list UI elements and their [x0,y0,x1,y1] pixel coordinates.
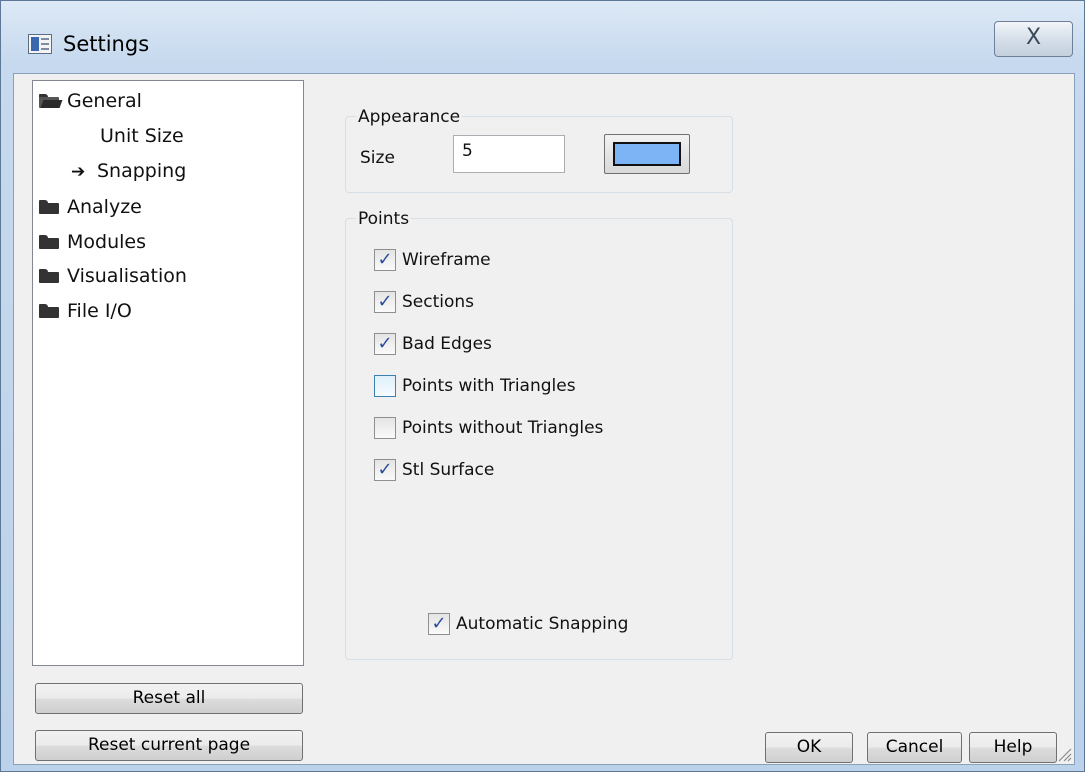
checkbox[interactable]: ✓ [374,249,396,271]
close-button[interactable]: X [994,21,1073,57]
tree-item-label: File I/O [67,300,132,322]
tree-item-label: Modules [67,231,146,253]
folder-icon [39,269,61,283]
tree-item-label: Analyze [67,196,142,218]
settings-window: Settings X General Unit Size ➔ Snapping A… [0,0,1085,772]
tree-item-snapping[interactable]: ➔ Snapping [71,158,186,184]
checkbox-label: Stl Surface [402,460,495,480]
tree-item-label: Snapping [97,160,187,182]
checkbox-label: Sections [402,292,475,312]
dialog-body: General Unit Size ➔ Snapping Analyze Modu… [13,73,1075,765]
size-input[interactable]: 5 [453,135,565,173]
checkbox[interactable]: ✓ [428,613,450,635]
checkbox[interactable] [374,417,396,439]
points-group: Points ✓ Wireframe ✓ Sections ✓ Bad Edge… [345,209,733,660]
tree-item-label: Visualisation [67,265,187,287]
tree-item-general[interactable]: General [39,88,142,114]
cancel-button[interactable]: Cancel [867,732,962,763]
checkbox-label: Points with Triangles [402,376,576,396]
tree-item-label: Unit Size [100,125,184,147]
points-group-title: Points [356,209,412,229]
tree-item-label: General [67,90,142,112]
tree-item-modules[interactable]: Modules [39,229,146,255]
checkbox[interactable]: ✓ [374,333,396,355]
arrow-right-icon: ➔ [71,162,86,182]
resize-grip-icon[interactable] [1056,746,1072,762]
color-swatch [613,142,681,166]
title-bar[interactable]: Settings X [1,1,1085,73]
checkbox[interactable]: ✓ [374,459,396,481]
window-settings-icon [28,34,52,54]
close-icon: X [1025,25,1042,50]
appearance-group-title: Appearance [356,107,463,127]
checkbox[interactable] [374,375,396,397]
checkbox-label: Points without Triangles [402,418,604,438]
reset-current-page-button[interactable]: Reset current page [35,730,303,761]
appearance-color-button[interactable] [604,134,690,174]
checkbox-label: Wireframe [402,250,491,270]
checkbox-label: Bad Edges [402,334,492,354]
settings-tree[interactable]: General Unit Size ➔ Snapping Analyze Modu… [32,80,304,666]
folder-icon [39,200,61,214]
folder-icon [39,235,61,249]
window-title: Settings [63,32,150,56]
tree-item-analyze[interactable]: Analyze [39,194,142,220]
folder-icon [39,304,61,318]
reset-all-button[interactable]: Reset all [35,683,303,714]
checkbox[interactable]: ✓ [374,291,396,313]
ok-button[interactable]: OK [765,732,853,763]
appearance-group: Appearance Size 5 [345,107,733,193]
checkbox-label: Automatic Snapping [456,614,629,634]
help-button[interactable]: Help [969,732,1057,763]
tree-item-unit-size[interactable]: Unit Size [100,123,184,149]
tree-item-file-io[interactable]: File I/O [39,298,132,324]
tree-item-visualisation[interactable]: Visualisation [39,263,187,289]
folder-open-icon [39,94,63,108]
size-label: Size [360,148,395,168]
